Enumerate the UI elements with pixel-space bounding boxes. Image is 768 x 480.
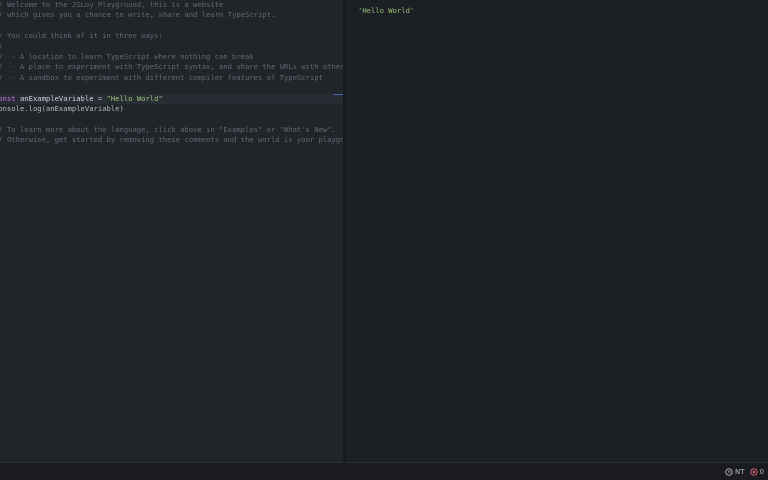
clock-icon: [725, 468, 733, 476]
code-line[interactable]: [0, 114, 343, 124]
console-log-output: 'Hello World': [358, 6, 415, 15]
code-line[interactable]: // - A sandbox to experiment with differ…: [0, 73, 343, 83]
keyword-token: const: [0, 93, 16, 103]
code-line[interactable]: // which gives you a chance to write, sh…: [0, 10, 343, 20]
status-bar-right: NT 0: [725, 465, 764, 479]
code-line[interactable]: // - A location to learn TypeScript wher…: [0, 52, 343, 62]
code-line[interactable]: // You could think of it in three ways:: [0, 31, 343, 41]
operator-token: =: [93, 93, 107, 103]
code-line[interactable]: //: [0, 42, 343, 52]
code-line[interactable]: // Welcome to the JSLoy Playground, this…: [0, 0, 343, 10]
code-line[interactable]: // Otherwise, get started by removing th…: [0, 135, 343, 145]
code-line[interactable]: console.log(anExampleVariable): [0, 104, 343, 114]
code-line[interactable]: // To learn more about the language, cli…: [0, 125, 343, 135]
timing-status[interactable]: NT: [725, 468, 745, 476]
code-line[interactable]: [0, 83, 343, 93]
code-lines[interactable]: // Welcome to the JSLoy Playground, this…: [0, 0, 343, 145]
code-line-declaration[interactable]: const anExampleVariable = "Hello World": [0, 94, 343, 104]
errors-status[interactable]: 0: [749, 468, 764, 476]
string-token: "Hello World": [106, 93, 163, 103]
code-editor[interactable]: // Welcome to the JSLoy Playground, this…: [0, 0, 343, 462]
code-line[interactable]: [0, 21, 343, 31]
output-panel: 'Hello World': [346, 0, 768, 462]
playground-app: // Welcome to the JSLoy Playground, this…: [0, 0, 768, 480]
error-count: 0: [759, 468, 764, 476]
error-icon: [749, 468, 758, 476]
timing-label: NT: [735, 468, 745, 476]
identifier-token: anExampleVariable: [15, 93, 94, 103]
code-line[interactable]: // - A place to experiment with TypeScri…: [0, 62, 343, 72]
status-bar: NT 0: [0, 462, 768, 480]
